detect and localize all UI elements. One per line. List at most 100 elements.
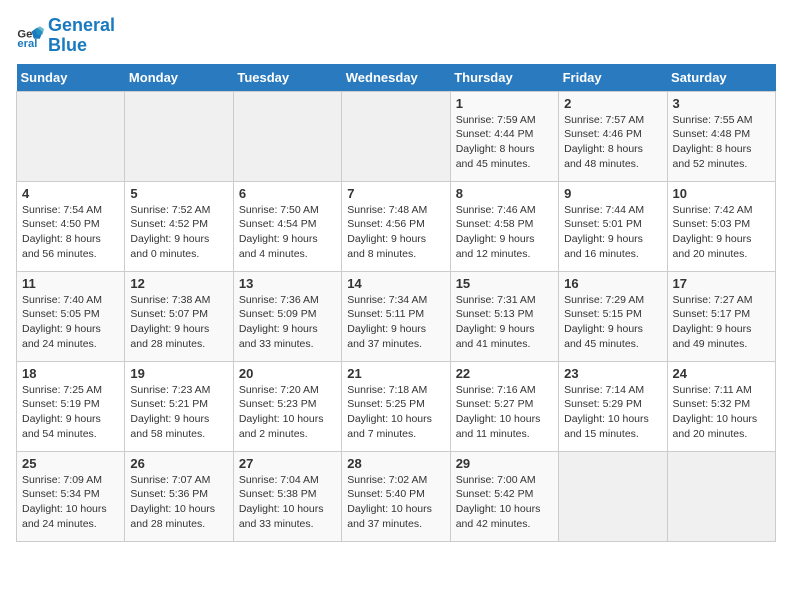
day-number: 15 bbox=[456, 276, 553, 291]
day-info: Sunrise: 7:00 AMSunset: 5:42 PMDaylight:… bbox=[456, 473, 553, 532]
day-info: Sunrise: 7:31 AMSunset: 5:13 PMDaylight:… bbox=[456, 293, 553, 352]
day-info: Sunrise: 7:42 AMSunset: 5:03 PMDaylight:… bbox=[673, 203, 770, 262]
day-cell bbox=[559, 451, 667, 541]
day-cell bbox=[342, 91, 450, 181]
day-cell: 24 Sunrise: 7:11 AMSunset: 5:32 PMDayligh… bbox=[667, 361, 775, 451]
day-cell: 25 Sunrise: 7:09 AMSunset: 5:34 PMDayligh… bbox=[17, 451, 125, 541]
logo-line2: Blue bbox=[48, 36, 115, 56]
day-info: Sunrise: 7:16 AMSunset: 5:27 PMDaylight:… bbox=[456, 383, 553, 442]
day-cell: 22 Sunrise: 7:16 AMSunset: 5:27 PMDayligh… bbox=[450, 361, 558, 451]
header-day-sunday: Sunday bbox=[17, 64, 125, 92]
day-cell: 21 Sunrise: 7:18 AMSunset: 5:25 PMDayligh… bbox=[342, 361, 450, 451]
day-number: 20 bbox=[239, 366, 336, 381]
day-cell: 11 Sunrise: 7:40 AMSunset: 5:05 PMDayligh… bbox=[17, 271, 125, 361]
day-number: 2 bbox=[564, 96, 661, 111]
day-number: 7 bbox=[347, 186, 444, 201]
day-info: Sunrise: 7:38 AMSunset: 5:07 PMDaylight:… bbox=[130, 293, 227, 352]
day-number: 22 bbox=[456, 366, 553, 381]
day-info: Sunrise: 7:09 AMSunset: 5:34 PMDaylight:… bbox=[22, 473, 119, 532]
day-number: 4 bbox=[22, 186, 119, 201]
header-row: SundayMondayTuesdayWednesdayThursdayFrid… bbox=[17, 64, 776, 92]
day-info: Sunrise: 7:20 AMSunset: 5:23 PMDaylight:… bbox=[239, 383, 336, 442]
day-cell: 13 Sunrise: 7:36 AMSunset: 5:09 PMDayligh… bbox=[233, 271, 341, 361]
day-cell: 10 Sunrise: 7:42 AMSunset: 5:03 PMDayligh… bbox=[667, 181, 775, 271]
header-day-wednesday: Wednesday bbox=[342, 64, 450, 92]
day-cell: 7Sunrise: 7:48 AMSunset: 4:56 PMDaylight… bbox=[342, 181, 450, 271]
calendar-header: SundayMondayTuesdayWednesdayThursdayFrid… bbox=[17, 64, 776, 92]
day-cell bbox=[233, 91, 341, 181]
day-cell: 15 Sunrise: 7:31 AMSunset: 5:13 PMDayligh… bbox=[450, 271, 558, 361]
day-cell: 6 Sunrise: 7:50 AMSunset: 4:54 PMDaylight… bbox=[233, 181, 341, 271]
day-info: Sunrise: 7:14 AMSunset: 5:29 PMDaylight:… bbox=[564, 383, 661, 442]
day-info: Sunrise: 7:04 AMSunset: 5:38 PMDaylight:… bbox=[239, 473, 336, 532]
day-number: 21 bbox=[347, 366, 444, 381]
day-info: Sunrise: 7:40 AMSunset: 5:05 PMDaylight:… bbox=[22, 293, 119, 352]
week-row-2: 4 Sunrise: 7:54 AMSunset: 4:50 PMDaylight… bbox=[17, 181, 776, 271]
day-number: 6 bbox=[239, 186, 336, 201]
day-cell: 17Sunrise: 7:27 AMSunset: 5:17 PMDayligh… bbox=[667, 271, 775, 361]
header-day-friday: Friday bbox=[559, 64, 667, 92]
day-info: Sunrise: 7:02 AMSunset: 5:40 PMDaylight:… bbox=[347, 473, 444, 532]
day-info: Sunrise: 7:52 AMSunset: 4:52 PMDaylight:… bbox=[130, 203, 227, 262]
day-cell: 16Sunrise: 7:29 AMSunset: 5:15 PMDayligh… bbox=[559, 271, 667, 361]
day-info: Sunrise: 7:11 AMSunset: 5:32 PMDaylight:… bbox=[673, 383, 770, 442]
day-cell: 12 Sunrise: 7:38 AMSunset: 5:07 PMDayligh… bbox=[125, 271, 233, 361]
day-number: 1 bbox=[456, 96, 553, 111]
calendar-table: SundayMondayTuesdayWednesdayThursdayFrid… bbox=[16, 64, 776, 542]
day-cell: 27Sunrise: 7:04 AMSunset: 5:38 PMDayligh… bbox=[233, 451, 341, 541]
day-cell: 14 Sunrise: 7:34 AMSunset: 5:11 PMDayligh… bbox=[342, 271, 450, 361]
day-number: 12 bbox=[130, 276, 227, 291]
day-info: Sunrise: 7:46 AMSunset: 4:58 PMDaylight:… bbox=[456, 203, 553, 262]
day-info: Sunrise: 7:55 AMSunset: 4:48 PMDaylight:… bbox=[673, 113, 770, 172]
logo-icon: Gen eral bbox=[16, 22, 44, 50]
day-info: Sunrise: 7:25 AMSunset: 5:19 PMDaylight:… bbox=[22, 383, 119, 442]
day-info: Sunrise: 7:29 AMSunset: 5:15 PMDaylight:… bbox=[564, 293, 661, 352]
week-row-4: 18 Sunrise: 7:25 AMSunset: 5:19 PMDayligh… bbox=[17, 361, 776, 451]
day-info: Sunrise: 7:18 AMSunset: 5:25 PMDaylight:… bbox=[347, 383, 444, 442]
calendar-body: 1 Sunrise: 7:59 AMSunset: 4:44 PMDaylight… bbox=[17, 91, 776, 541]
day-cell: 2 Sunrise: 7:57 AMSunset: 4:46 PMDaylight… bbox=[559, 91, 667, 181]
day-info: Sunrise: 7:07 AMSunset: 5:36 PMDaylight:… bbox=[130, 473, 227, 532]
day-cell bbox=[17, 91, 125, 181]
day-cell: 19Sunrise: 7:23 AMSunset: 5:21 PMDayligh… bbox=[125, 361, 233, 451]
week-row-1: 1 Sunrise: 7:59 AMSunset: 4:44 PMDaylight… bbox=[17, 91, 776, 181]
day-cell bbox=[125, 91, 233, 181]
day-cell: 8Sunrise: 7:46 AMSunset: 4:58 PMDaylight… bbox=[450, 181, 558, 271]
day-cell: 1 Sunrise: 7:59 AMSunset: 4:44 PMDaylight… bbox=[450, 91, 558, 181]
day-number: 19 bbox=[130, 366, 227, 381]
day-number: 17 bbox=[673, 276, 770, 291]
svg-text:eral: eral bbox=[17, 38, 37, 50]
day-info: Sunrise: 7:59 AMSunset: 4:44 PMDaylight:… bbox=[456, 113, 553, 172]
day-info: Sunrise: 7:36 AMSunset: 5:09 PMDaylight:… bbox=[239, 293, 336, 352]
day-number: 18 bbox=[22, 366, 119, 381]
day-number: 14 bbox=[347, 276, 444, 291]
header: Gen eral General Blue bbox=[16, 16, 776, 56]
day-cell: 3 Sunrise: 7:55 AMSunset: 4:48 PMDaylight… bbox=[667, 91, 775, 181]
day-number: 10 bbox=[673, 186, 770, 201]
day-number: 28 bbox=[347, 456, 444, 471]
day-info: Sunrise: 7:54 AMSunset: 4:50 PMDaylight:… bbox=[22, 203, 119, 262]
day-cell: 26 Sunrise: 7:07 AMSunset: 5:36 PMDayligh… bbox=[125, 451, 233, 541]
day-number: 26 bbox=[130, 456, 227, 471]
day-number: 3 bbox=[673, 96, 770, 111]
day-number: 25 bbox=[22, 456, 119, 471]
header-day-thursday: Thursday bbox=[450, 64, 558, 92]
day-number: 5 bbox=[130, 186, 227, 201]
day-number: 29 bbox=[456, 456, 553, 471]
day-cell: 29 Sunrise: 7:00 AMSunset: 5:42 PMDayligh… bbox=[450, 451, 558, 541]
week-row-3: 11 Sunrise: 7:40 AMSunset: 5:05 PMDayligh… bbox=[17, 271, 776, 361]
logo: Gen eral General Blue bbox=[16, 16, 115, 56]
header-day-monday: Monday bbox=[125, 64, 233, 92]
day-number: 23 bbox=[564, 366, 661, 381]
day-info: Sunrise: 7:44 AMSunset: 5:01 PMDaylight:… bbox=[564, 203, 661, 262]
day-info: Sunrise: 7:34 AMSunset: 5:11 PMDaylight:… bbox=[347, 293, 444, 352]
day-info: Sunrise: 7:50 AMSunset: 4:54 PMDaylight:… bbox=[239, 203, 336, 262]
day-info: Sunrise: 7:57 AMSunset: 4:46 PMDaylight:… bbox=[564, 113, 661, 172]
day-number: 13 bbox=[239, 276, 336, 291]
day-number: 24 bbox=[673, 366, 770, 381]
day-cell bbox=[667, 451, 775, 541]
week-row-5: 25 Sunrise: 7:09 AMSunset: 5:34 PMDayligh… bbox=[17, 451, 776, 541]
day-cell: 18 Sunrise: 7:25 AMSunset: 5:19 PMDayligh… bbox=[17, 361, 125, 451]
day-number: 11 bbox=[22, 276, 119, 291]
day-cell: 4 Sunrise: 7:54 AMSunset: 4:50 PMDaylight… bbox=[17, 181, 125, 271]
